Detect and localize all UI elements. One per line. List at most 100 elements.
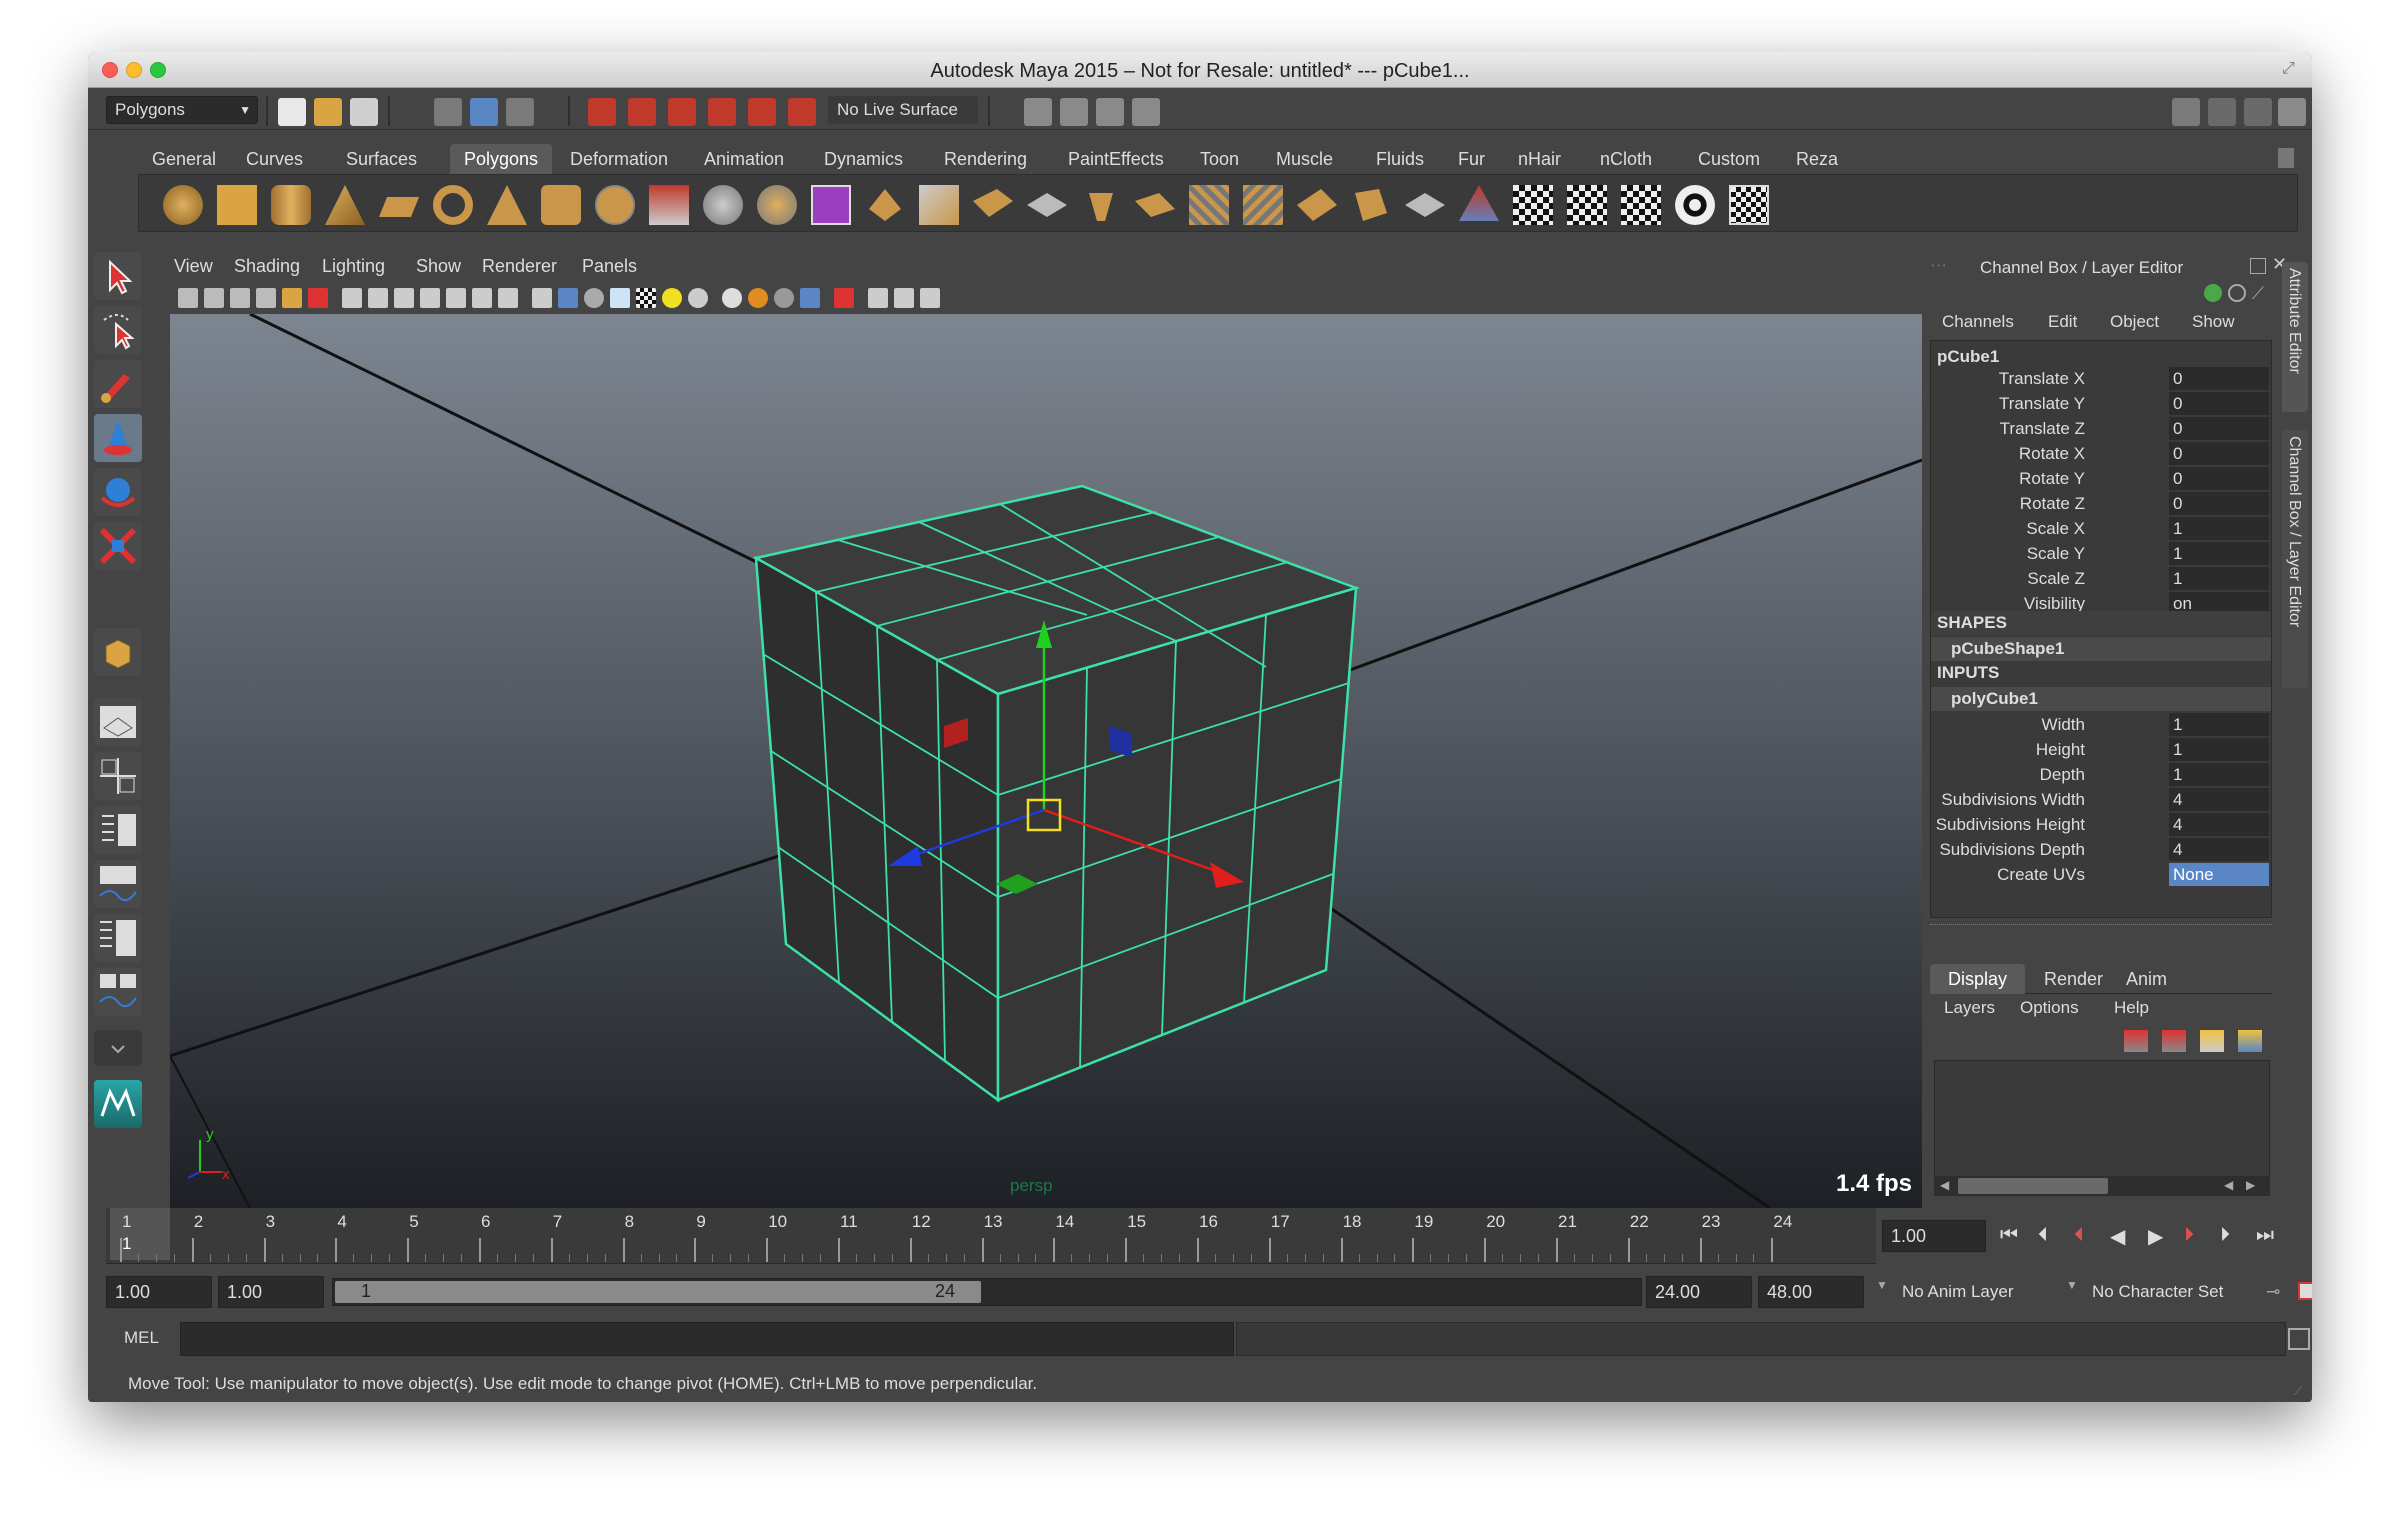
channel-value[interactable]: 0 xyxy=(2169,392,2269,415)
channel-value[interactable]: 1 xyxy=(2169,567,2269,590)
channel-row[interactable]: Scale X 1 xyxy=(1931,517,2271,541)
viewport-menu-panels[interactable]: Panels xyxy=(582,256,637,277)
textured-icon[interactable] xyxy=(636,288,656,308)
grease-pencil-icon[interactable] xyxy=(308,288,328,308)
chevron-down-icon[interactable]: ▼ xyxy=(1876,1278,1888,1292)
shelf-tab-dynamics[interactable]: Dynamics xyxy=(810,144,917,174)
poly-cylinder-icon[interactable] xyxy=(271,185,311,225)
range-track[interactable]: 1 24 xyxy=(332,1278,1642,1306)
reduce-icon[interactable] xyxy=(919,185,959,225)
channel-label[interactable]: Translate X xyxy=(1999,369,2085,389)
panel-splitter[interactable] xyxy=(1930,924,2272,932)
input-attribute-row[interactable]: Width 1 xyxy=(1931,713,2271,737)
shelf-tab-fur[interactable]: Fur xyxy=(1444,144,1499,174)
range-bar[interactable] xyxy=(335,1281,981,1303)
current-frame-marker[interactable] xyxy=(110,1208,170,1260)
play-backwards-icon[interactable]: ◀ xyxy=(2110,1224,2125,1249)
lasso-tool-icon[interactable] xyxy=(94,306,142,354)
channel-label[interactable]: Scale Y xyxy=(2027,544,2085,564)
select-by-object-icon[interactable] xyxy=(470,98,498,126)
input-attribute-label[interactable]: Subdivisions Width xyxy=(1941,790,2085,810)
playback-end-field[interactable]: 24.00 xyxy=(1646,1276,1752,1308)
scrollbar-thumb[interactable] xyxy=(1958,1178,2108,1194)
last-tool-icon[interactable] xyxy=(94,628,142,676)
channel-value[interactable]: 0 xyxy=(2169,367,2269,390)
drag-handle-icon[interactable]: ⋯ xyxy=(1930,256,1950,276)
channel-label[interactable]: Translate Y xyxy=(1999,394,2085,414)
edit-menu[interactable]: Edit xyxy=(2048,312,2077,332)
extrude-icon[interactable] xyxy=(973,189,1013,217)
move-layer-up-icon[interactable] xyxy=(2200,1030,2224,1052)
automatic-mapping-icon[interactable] xyxy=(1405,193,1445,217)
step-forward-frame-icon[interactable]: ⏵ xyxy=(2220,1224,2230,1247)
input-attribute-value[interactable]: 1 xyxy=(2169,738,2269,761)
shelf-tab-reza[interactable]: Reza xyxy=(1782,144,1852,174)
input-attribute-label[interactable]: Subdivisions Height xyxy=(1936,815,2085,835)
time-ruler[interactable]: 1 1 2 3 4 5 6 7 8 9 10 11 12 13 14 15 16 17 18 19 20 21 22 23 2… xyxy=(106,1208,1876,1264)
menu-set-dropdown[interactable]: Polygons ▼ xyxy=(106,96,258,124)
modeling-toolkit-icon[interactable] xyxy=(2172,98,2200,126)
resize-grip-icon[interactable]: ⟋ xyxy=(2294,1384,2308,1398)
tab-render[interactable]: Render xyxy=(2026,964,2121,994)
anim-layer-dropdown[interactable]: No Anim Layer xyxy=(1902,1282,2014,1302)
select-camera-icon[interactable] xyxy=(178,288,198,308)
select-by-hierarchy-icon[interactable] xyxy=(434,98,462,126)
layers-menu[interactable]: Layers xyxy=(1944,998,1995,1018)
poly-sphere-icon[interactable] xyxy=(163,185,203,225)
channel-label[interactable]: Rotate X xyxy=(2019,444,2085,464)
go-to-end-icon[interactable]: ⏭ xyxy=(2256,1224,2274,1247)
help-menu[interactable]: Help xyxy=(2114,998,2149,1018)
input-attribute-row[interactable]: Height 1 xyxy=(1931,738,2271,762)
channel-value[interactable]: 0 xyxy=(2169,442,2269,465)
channel-box-side-tab[interactable]: Channel Box / Layer Editor xyxy=(2282,430,2308,688)
camera-attributes-icon[interactable] xyxy=(204,288,224,308)
input-attribute-label[interactable]: Height xyxy=(2036,740,2085,760)
unfold-uvs-icon[interactable] xyxy=(1621,185,1661,225)
input-attribute-row[interactable]: Subdivisions Height 4 xyxy=(1931,813,2271,837)
smooth-icon[interactable] xyxy=(811,185,851,225)
input-attribute-row[interactable]: Depth 1 xyxy=(1931,763,2271,787)
insert-edge-loop-icon[interactable] xyxy=(1243,185,1283,225)
shelf-tab-nhair[interactable]: nHair xyxy=(1504,144,1575,174)
wireframe-on-shaded-icon[interactable] xyxy=(584,288,604,308)
paint-select-tool-icon[interactable] xyxy=(94,360,142,408)
isolate-select-icon[interactable] xyxy=(834,288,854,308)
tab-anim[interactable]: Anim xyxy=(2108,964,2185,994)
snap-to-view-plane-icon[interactable] xyxy=(748,98,776,126)
shelf-tab-general[interactable]: General xyxy=(138,144,230,174)
bridge-icon[interactable] xyxy=(1027,193,1067,217)
channels-menu[interactable]: Channels xyxy=(1942,312,2014,332)
select-by-component-icon[interactable] xyxy=(506,98,534,126)
graph-editor-layout-icon[interactable] xyxy=(94,860,142,908)
poly-soccer-ball-icon[interactable] xyxy=(595,185,635,225)
horizontal-scrollbar[interactable]: ◀ ◀ ▶ xyxy=(1934,1176,2270,1196)
animation-start-field[interactable]: 1.00 xyxy=(106,1276,212,1308)
chevron-down-icon[interactable]: ▼ xyxy=(2066,1278,2078,1292)
character-set-dropdown[interactable]: No Character Set xyxy=(2092,1282,2223,1302)
use-all-lights-icon[interactable] xyxy=(662,288,682,308)
shelf-tab-animation[interactable]: Animation xyxy=(690,144,798,174)
layout-uvs-icon[interactable] xyxy=(1675,185,1715,225)
shelf-tab-rendering[interactable]: Rendering xyxy=(930,144,1041,174)
hypershade-layout-icon[interactable] xyxy=(94,914,142,962)
outliner-layout-icon[interactable] xyxy=(94,806,142,854)
append-polygon-icon[interactable] xyxy=(1135,193,1175,217)
input-attribute-label[interactable]: Create UVs xyxy=(1997,865,2085,885)
new-scene-icon[interactable] xyxy=(278,98,306,126)
safe-title-icon[interactable] xyxy=(498,288,518,308)
input-attribute-value[interactable]: 4 xyxy=(2169,813,2269,836)
input-attribute-value[interactable]: None xyxy=(2169,863,2269,886)
channel-row[interactable]: Translate Y 0 xyxy=(1931,392,2271,416)
poly-pipe-icon[interactable] xyxy=(541,185,581,225)
rotate-tool-icon[interactable] xyxy=(94,468,142,516)
shelf-tab-toon[interactable]: Toon xyxy=(1186,144,1253,174)
tab-display[interactable]: Display xyxy=(1930,964,2026,994)
depth-of-field-icon[interactable] xyxy=(800,288,820,308)
input-attribute-value[interactable]: 4 xyxy=(2169,788,2269,811)
snap-to-point-icon[interactable] xyxy=(668,98,696,126)
motion-blur-icon[interactable] xyxy=(748,288,768,308)
grid-icon[interactable] xyxy=(342,288,362,308)
channel-value[interactable]: 0 xyxy=(2169,417,2269,440)
four-view-layout-icon[interactable] xyxy=(94,752,142,800)
fullscreen-icon[interactable]: ⤢ xyxy=(2282,60,2302,80)
